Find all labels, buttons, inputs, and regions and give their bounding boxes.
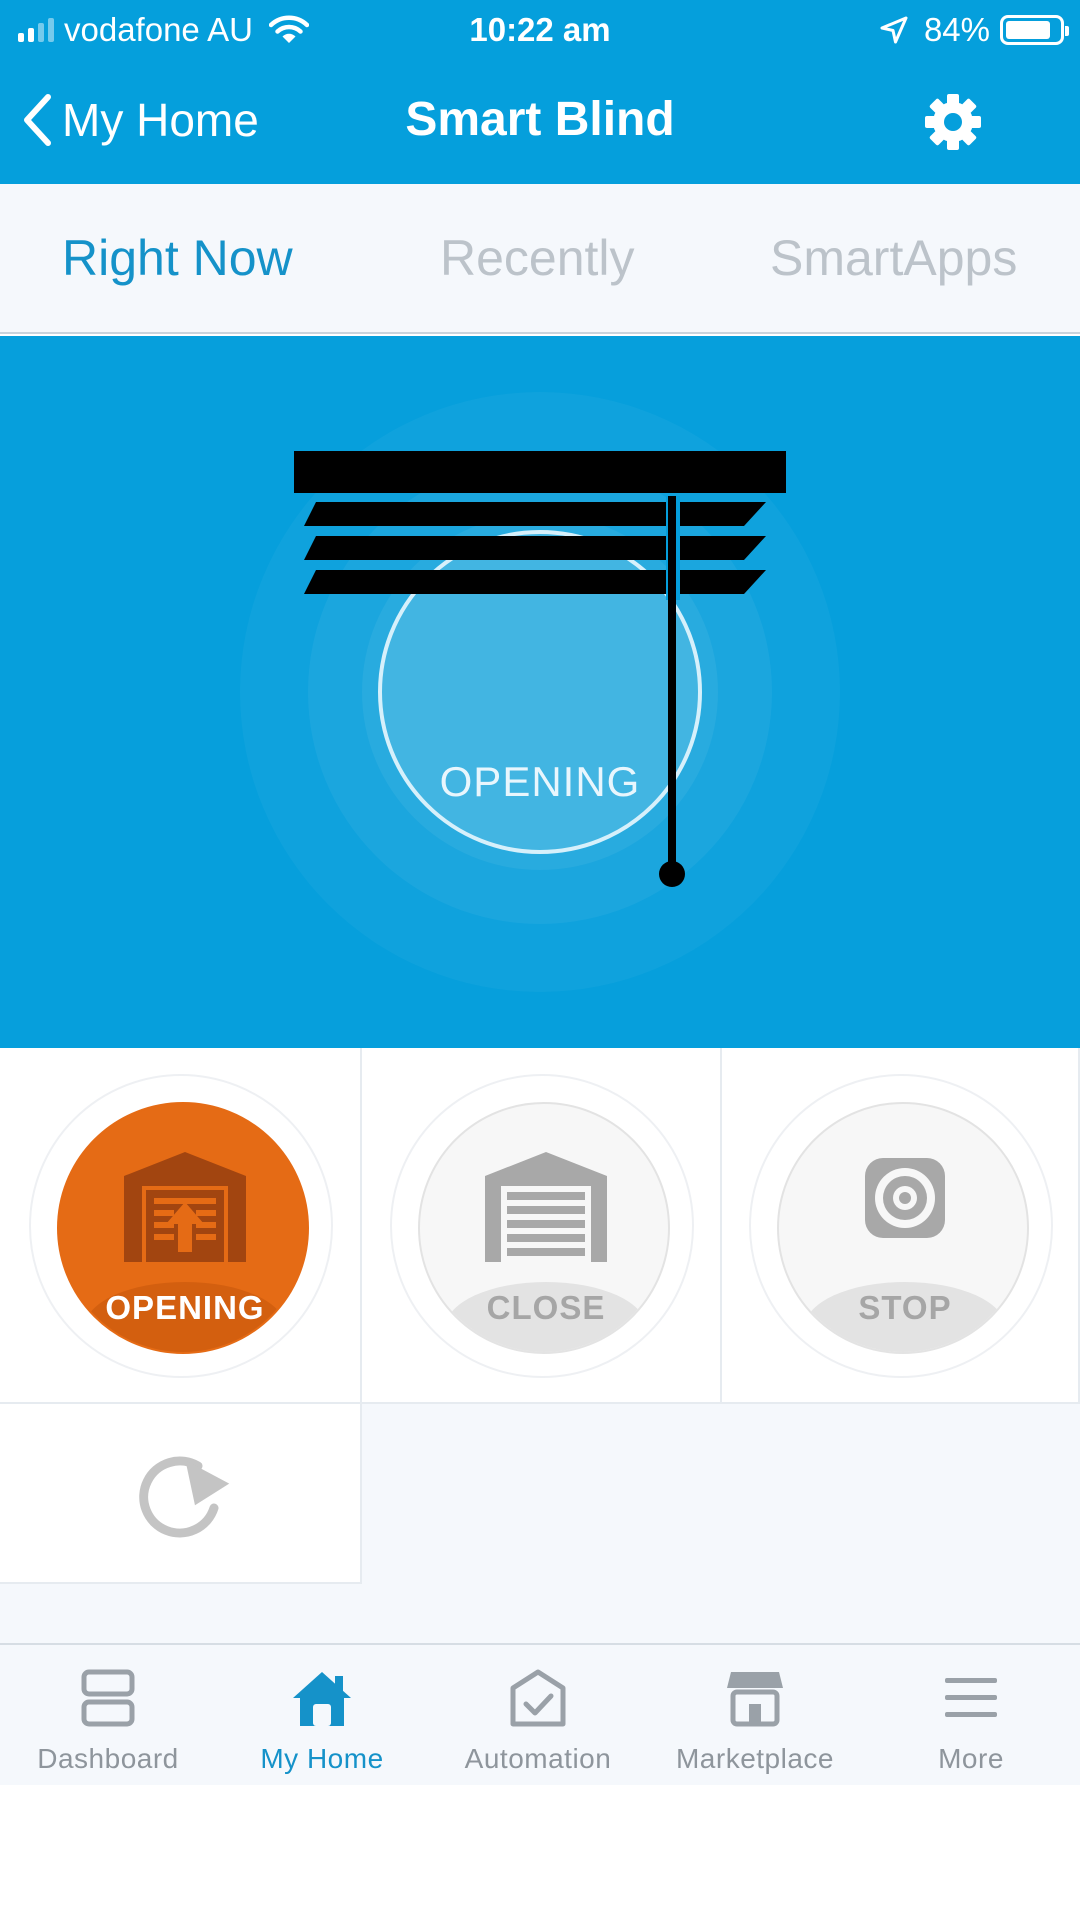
tile-ring: STOP bbox=[749, 1074, 1053, 1378]
back-label: My Home bbox=[62, 94, 259, 146]
status-right: 84% bbox=[880, 8, 1069, 52]
tab-right-now[interactable]: Right Now bbox=[62, 184, 293, 332]
battery-fill bbox=[1006, 21, 1050, 39]
dashboard-icon bbox=[8, 1665, 208, 1731]
tab-bar: Right Now Recently SmartApps bbox=[0, 184, 1080, 334]
nav-my-home[interactable]: My Home bbox=[222, 1665, 422, 1785]
battery-icon bbox=[1000, 15, 1069, 45]
nav-my-home-label: My Home bbox=[260, 1743, 384, 1774]
back-button[interactable]: My Home bbox=[22, 88, 259, 152]
marketplace-icon bbox=[655, 1665, 855, 1731]
refresh-icon bbox=[139, 1456, 230, 1538]
status-bar: vodafone AU 10:22 am 84% bbox=[0, 0, 1080, 60]
bottom-navigation: Dashboard My Home Automation Marketplace… bbox=[0, 1643, 1080, 1785]
close-button[interactable]: CLOSE bbox=[418, 1102, 670, 1354]
tile-ring: OPENING bbox=[29, 1074, 333, 1378]
nav-automation-label: Automation bbox=[464, 1743, 612, 1774]
location-arrow-icon bbox=[880, 16, 908, 44]
nav-dashboard[interactable]: Dashboard bbox=[8, 1665, 208, 1785]
battery-percent: 84% bbox=[923, 11, 990, 48]
app-header: vodafone AU 10:22 am 84% My Home Smart B… bbox=[0, 0, 1080, 184]
stop-button[interactable]: STOP bbox=[777, 1102, 1029, 1354]
stop-label: STOP bbox=[858, 1289, 952, 1326]
tab-recently[interactable]: Recently bbox=[440, 184, 635, 332]
tile-stop: STOP bbox=[722, 1048, 1080, 1404]
tile-opening: OPENING bbox=[0, 1048, 362, 1404]
settings-button[interactable] bbox=[921, 90, 985, 154]
nav-dashboard-label: Dashboard bbox=[37, 1743, 179, 1774]
garage-door-opening-icon bbox=[59, 1146, 307, 1266]
nav-marketplace[interactable]: Marketplace bbox=[655, 1665, 855, 1785]
bottom-blank-area bbox=[0, 1785, 1080, 1921]
speaker-icon bbox=[779, 1148, 1027, 1248]
close-label: CLOSE bbox=[486, 1289, 606, 1326]
tab-smartapps[interactable]: SmartApps bbox=[770, 184, 1017, 332]
tile-close: CLOSE bbox=[362, 1048, 722, 1404]
nav-automation[interactable]: Automation bbox=[438, 1665, 638, 1785]
refresh-button[interactable] bbox=[0, 1404, 362, 1584]
tile-ring: CLOSE bbox=[390, 1074, 694, 1378]
status-graphic bbox=[240, 392, 840, 992]
chevron-left-icon bbox=[24, 94, 51, 146]
nav-bar: My Home Smart Blind bbox=[0, 70, 1080, 170]
home-icon bbox=[222, 1665, 422, 1731]
control-tiles: OPENING CLOSE STOP bbox=[0, 1048, 1080, 1643]
nav-more-label: More bbox=[938, 1743, 1004, 1774]
garage-door-closed-icon bbox=[420, 1146, 668, 1266]
automation-icon bbox=[438, 1665, 638, 1731]
nav-marketplace-label: Marketplace bbox=[675, 1743, 834, 1774]
gear-icon bbox=[925, 94, 981, 150]
device-status-panel: OPENING bbox=[0, 336, 1080, 1048]
menu-icon bbox=[871, 1665, 1071, 1731]
nav-more[interactable]: More bbox=[871, 1665, 1071, 1785]
device-status-text: OPENING bbox=[439, 758, 641, 805]
opening-button[interactable]: OPENING bbox=[57, 1102, 309, 1354]
opening-label: OPENING bbox=[105, 1289, 265, 1326]
